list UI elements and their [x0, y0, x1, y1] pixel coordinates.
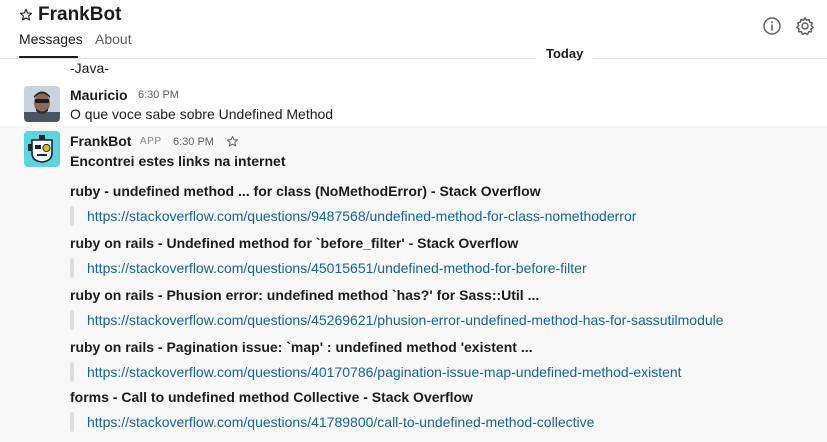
- channel-name: FrankBot: [38, 4, 122, 25]
- result-title: ruby - undefined method ... for class (N…: [70, 183, 541, 199]
- bot-avatar[interactable]: [24, 131, 60, 167]
- attachment-bar: [70, 412, 74, 432]
- channel-header: FrankBot Messages About: [0, 0, 827, 60]
- result-title: ruby on rails - Phusion error: undefined…: [70, 287, 540, 303]
- info-icon[interactable]: [762, 16, 782, 36]
- attachment-bar: [70, 258, 74, 278]
- message-text: O que voce sabe sobre Undefined Method: [70, 106, 334, 122]
- star-icon[interactable]: [18, 7, 34, 23]
- previous-message-text: -Java-: [70, 60, 109, 76]
- star-icon[interactable]: [226, 135, 239, 148]
- attachment-bar: [70, 206, 74, 226]
- result-link[interactable]: https://stackoverflow.com/questions/4526…: [87, 312, 724, 328]
- tab-about[interactable]: About: [95, 31, 132, 47]
- message-text: Encontrei estes links na internet: [70, 153, 286, 169]
- gear-icon[interactable]: [795, 16, 815, 36]
- app-badge: APP: [140, 136, 162, 147]
- day-divider: [0, 58, 827, 59]
- result-link[interactable]: https://stackoverflow.com/questions/4501…: [87, 260, 587, 276]
- result-link[interactable]: https://stackoverflow.com/questions/4178…: [87, 414, 594, 430]
- message-mauricio: Mauricio 6:30 PM O que voce sabe sobre U…: [0, 80, 827, 126]
- avatar[interactable]: [24, 86, 60, 122]
- result-title: ruby on rails - Undefined method for `be…: [70, 235, 519, 251]
- message-author[interactable]: FrankBot: [70, 133, 131, 149]
- day-divider-label[interactable]: Today: [536, 44, 594, 63]
- message-author[interactable]: Mauricio: [70, 87, 128, 103]
- message-timestamp[interactable]: 6:30 PM: [173, 136, 214, 148]
- message-timestamp[interactable]: 6:30 PM: [138, 89, 179, 101]
- result-link[interactable]: https://stackoverflow.com/questions/4017…: [87, 364, 682, 380]
- result-title: forms - Call to undefined method Collect…: [70, 389, 473, 405]
- message-frankbot: FrankBot APP 6:30 PM Encontrei estes lin…: [0, 126, 827, 442]
- attachment-bar: [70, 310, 74, 330]
- tab-messages[interactable]: Messages: [19, 31, 83, 47]
- attachment-bar: [70, 362, 74, 382]
- result-link[interactable]: https://stackoverflow.com/questions/9487…: [87, 208, 636, 224]
- result-title: ruby on rails - Pagination issue: `map' …: [70, 339, 533, 355]
